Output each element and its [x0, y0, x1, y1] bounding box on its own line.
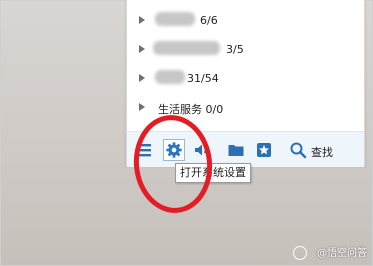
expand-caret-icon[interactable]	[139, 74, 145, 82]
folder-icon[interactable]	[227, 141, 245, 159]
find-button-label[interactable]: 查找	[311, 144, 333, 160]
watermark: @悟空问答	[317, 248, 367, 259]
blurred-group-name	[155, 12, 195, 26]
group-count: 3/5	[226, 43, 244, 56]
list-item[interactable]: 3/5	[127, 39, 364, 61]
list-item[interactable]: 31/54	[127, 68, 364, 90]
group-count: 6/6	[200, 14, 218, 27]
blurred-group-name	[153, 41, 220, 55]
star-icon[interactable]	[255, 141, 273, 159]
group-list: 6/6 3/5 31/54 生活服务 0/0	[127, 0, 364, 131]
watermark-icon	[293, 246, 307, 260]
group-count: 31/54	[187, 72, 219, 85]
blurred-group-name	[155, 70, 185, 84]
expand-caret-icon[interactable]	[139, 16, 145, 24]
expand-caret-icon[interactable]	[139, 45, 145, 53]
expand-caret-icon[interactable]	[139, 103, 145, 111]
list-item[interactable]: 6/6	[127, 10, 364, 32]
search-icon[interactable]	[289, 141, 307, 159]
